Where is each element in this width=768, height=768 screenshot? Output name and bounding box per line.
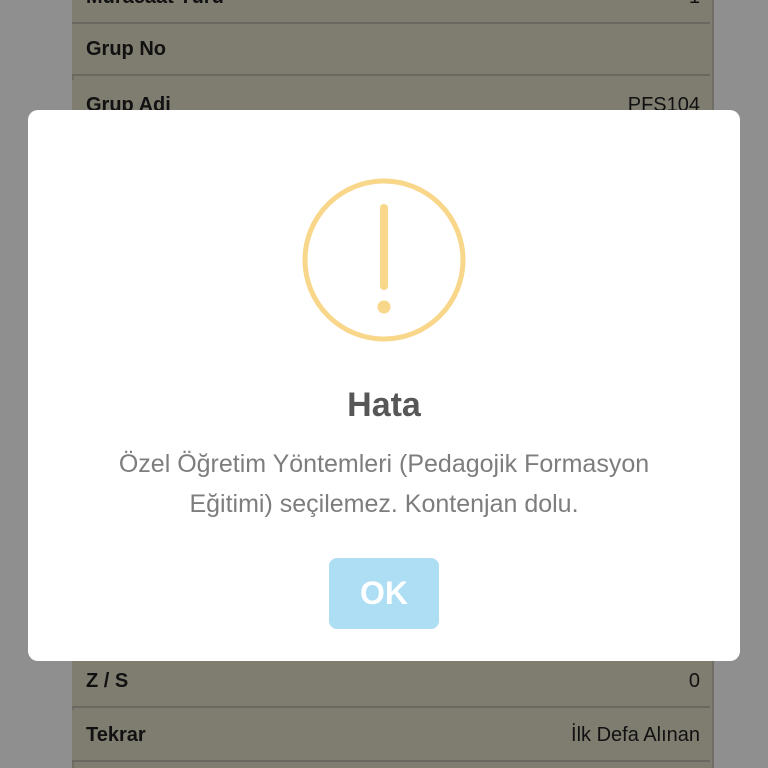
- dialog-message-line-1: Özel Öğretim Yöntemleri (Pedagojik Forma…: [118, 450, 650, 478]
- dialog-title: Hata: [347, 386, 421, 424]
- dialog-message: Özel Öğretim Yöntemleri (Pedagojik Forma…: [68, 444, 700, 524]
- warning-icon: [302, 178, 466, 342]
- dialog-message-line-2: Eğitimi) seçilemez. Kontenjan dolu.: [189, 490, 579, 518]
- ok-button[interactable]: OK: [329, 558, 439, 629]
- error-dialog: Hata Özel Öğretim Yöntemleri (Pedagojik …: [28, 110, 740, 661]
